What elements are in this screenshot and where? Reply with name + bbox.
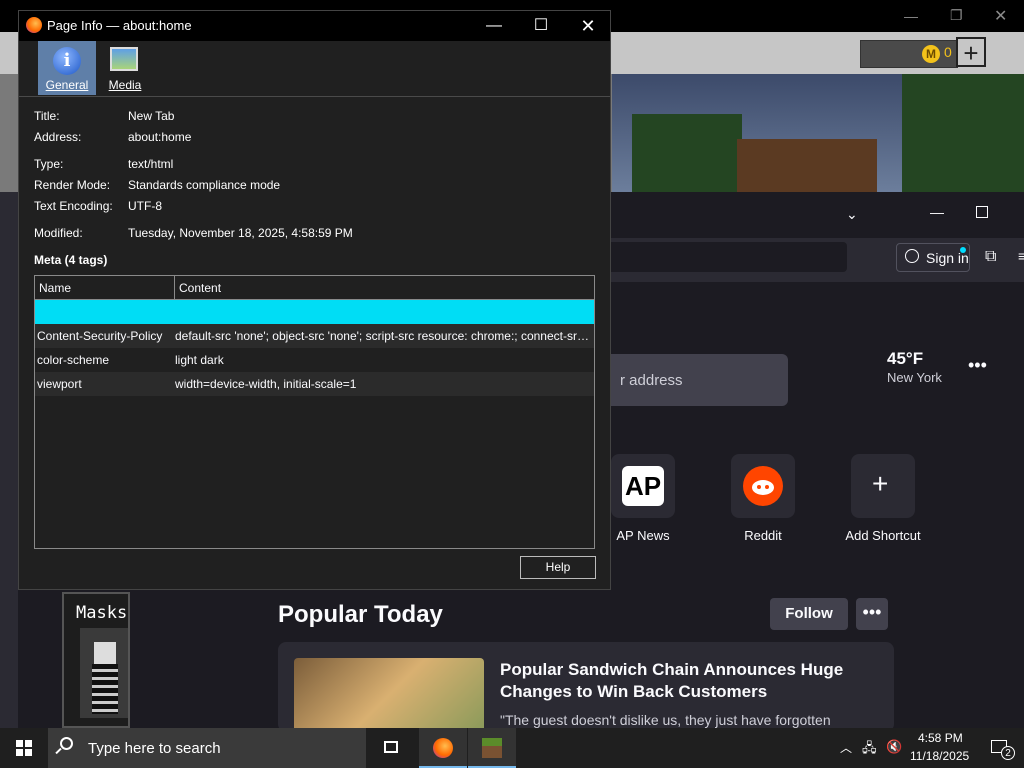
taskbar-minecraft-button[interactable] xyxy=(468,728,516,768)
story-snippet: "The guest doesn't dislike us, they just… xyxy=(500,712,831,728)
table-row[interactable] xyxy=(35,300,594,324)
table-row[interactable]: viewport width=device-width, initial-sca… xyxy=(35,372,594,396)
title-label: Title: xyxy=(34,109,60,123)
firefox-maximize-icon[interactable] xyxy=(976,206,988,218)
popular-today-heading: Popular Today xyxy=(278,601,443,628)
cell-content: width=device-width, initial-scale=1 xyxy=(175,377,357,391)
cell-name: Content-Security-Policy xyxy=(37,329,163,343)
render-mode-label: Render Mode: xyxy=(34,178,111,192)
render-mode-value: Standards compliance mode xyxy=(128,178,281,192)
reddit-icon xyxy=(743,466,783,506)
help-button[interactable]: Help xyxy=(520,556,596,579)
volume-muted-icon[interactable]: 🔇 xyxy=(886,739,902,755)
story-headline[interactable]: Popular Sandwich Chain Announces Huge Ch… xyxy=(500,659,880,703)
follow-button[interactable]: Follow xyxy=(770,598,848,630)
masks-label: Masks xyxy=(76,603,128,623)
clock-date[interactable]: 11/18/2025 xyxy=(910,749,969,763)
type-label: Type: xyxy=(34,157,64,171)
column-divider[interactable] xyxy=(174,276,175,299)
dialog-title: Page Info — about:home xyxy=(47,18,192,33)
weather-temperature: 45°F xyxy=(887,349,924,368)
address-label: Address: xyxy=(34,130,82,144)
cell-name: color-scheme xyxy=(37,353,110,367)
coin-count: 0 xyxy=(944,44,952,60)
column-header-content[interactable]: Content xyxy=(179,281,221,295)
background-minimize-icon[interactable]: — xyxy=(904,8,918,24)
plus-icon: + xyxy=(872,468,889,499)
firefox-icon xyxy=(26,17,42,33)
title-value: New Tab xyxy=(128,109,175,123)
column-header-name[interactable]: Name xyxy=(39,281,71,295)
coin-icon: M xyxy=(922,45,940,63)
dialog-minimize-icon[interactable]: — xyxy=(471,11,517,41)
account-icon xyxy=(905,249,919,263)
dialog-maximize-icon[interactable]: ☐ xyxy=(518,11,564,41)
modified-value: Tuesday, November 18, 2025, 4:58:59 PM xyxy=(128,226,353,240)
mask-character-image xyxy=(80,628,128,718)
firefox-taskbar-icon xyxy=(433,738,453,758)
meta-table-header: Name Content xyxy=(35,276,594,300)
cell-content: light dark xyxy=(175,353,224,367)
background-close-icon[interactable]: ✕ xyxy=(994,6,1007,26)
meta-heading: Meta (4 tags) xyxy=(34,253,108,267)
taskbar-search-placeholder: Type here to search xyxy=(88,740,221,757)
show-hidden-icons-chevron[interactable]: ︿ xyxy=(840,739,852,756)
menu-icon[interactable]: ≡ xyxy=(1018,248,1024,264)
modified-label: Modified: xyxy=(34,226,83,240)
media-icon xyxy=(110,47,138,71)
task-view-icon[interactable] xyxy=(368,728,416,768)
notification-count: 2 xyxy=(1001,746,1015,760)
weather-location: New York xyxy=(887,370,942,385)
notification-dot xyxy=(960,247,966,253)
left-edge xyxy=(0,192,18,728)
shortcut-label: Add Shortcut xyxy=(845,528,921,543)
ap-news-icon: AP xyxy=(622,466,664,506)
weather-more-icon[interactable]: ••• xyxy=(968,355,987,376)
tab-media-label: Media xyxy=(108,78,142,92)
address-value: about:home xyxy=(128,130,192,144)
story-image xyxy=(294,658,484,732)
type-value: text/html xyxy=(128,157,174,171)
tab-media[interactable]: Media xyxy=(96,41,154,95)
text-encoding-value: UTF-8 xyxy=(128,199,162,213)
table-row[interactable]: color-scheme light dark xyxy=(35,348,594,372)
tab-general[interactable]: i General xyxy=(38,41,96,95)
add-coins-button[interactable]: + xyxy=(956,37,986,67)
tab-general-label: General xyxy=(45,78,89,92)
background-restore-icon[interactable]: ❐ xyxy=(950,7,963,24)
text-encoding-label: Text Encoding: xyxy=(34,199,113,213)
shortcut-label: Reddit xyxy=(744,528,782,543)
info-icon: i xyxy=(53,47,81,75)
firefox-minimize-icon[interactable]: — xyxy=(930,204,944,220)
minecraft-icon xyxy=(482,738,502,758)
taskbar-firefox-button[interactable] xyxy=(419,728,467,768)
cell-name: viewport xyxy=(37,377,82,391)
search-icon xyxy=(60,737,73,750)
notification-center-button[interactable]: 2 xyxy=(991,738,1015,760)
cell-content: default-src 'none'; object-src 'none'; s… xyxy=(175,329,591,343)
extensions-icon[interactable]: ⧉ xyxy=(985,248,996,266)
more-options-icon[interactable]: ••• xyxy=(856,598,888,630)
game-scene xyxy=(612,74,1024,192)
start-button[interactable] xyxy=(0,728,48,768)
network-icon[interactable]: 🖧 xyxy=(862,739,877,761)
sign-in-button[interactable]: Sign in xyxy=(896,243,970,272)
newtab-search-placeholder: r address xyxy=(620,372,683,389)
clock-time[interactable]: 4:58 PM xyxy=(918,731,963,745)
table-row[interactable]: Content-Security-Policy default-src 'non… xyxy=(35,324,594,348)
tab-list-chevron-icon[interactable]: ⌄ xyxy=(846,206,858,223)
dialog-close-icon[interactable]: ✕ xyxy=(565,11,611,41)
